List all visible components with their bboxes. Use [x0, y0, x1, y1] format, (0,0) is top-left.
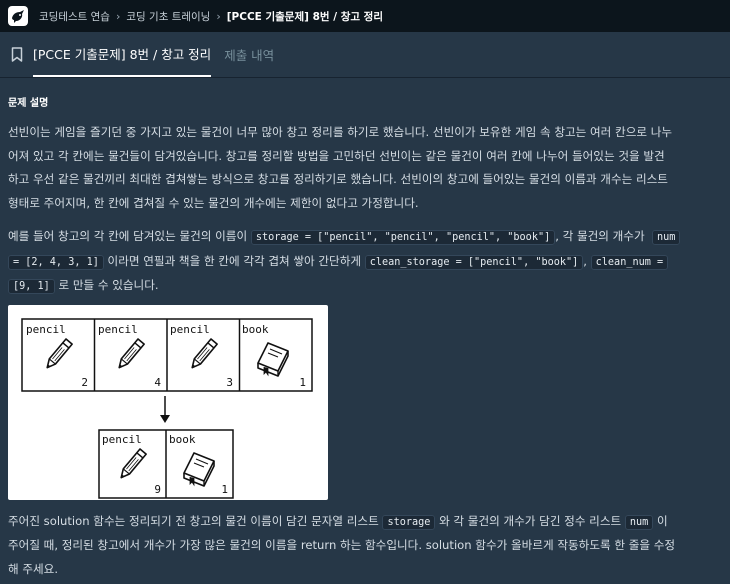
- code-storage: storage: [382, 514, 436, 530]
- tab-problem[interactable]: [PCCE 기출문제] 8번 / 창고 정리: [33, 32, 212, 77]
- chevron-right-icon: ›: [115, 9, 121, 23]
- text: , 각 물건의 개수가: [555, 229, 649, 243]
- code-num: num: [624, 514, 654, 530]
- text: 예를 들어 창고의 각 칸에 담겨있는 물건의 이름이: [8, 229, 251, 243]
- cell-item-label: book: [242, 323, 269, 336]
- cell-item-label: book: [169, 433, 196, 446]
- code-clean-num-value: [9, 1]: [8, 279, 55, 294]
- code-clean-storage: clean_storage = ["pencil", "book"]: [364, 254, 584, 270]
- storage-diagram: pencil pencil pencil book 2 4 3 1 pencil…: [8, 304, 328, 500]
- code-num-example: = [2, 4, 3, 1]: [8, 254, 104, 270]
- arrow-down-icon: [160, 395, 170, 423]
- tab-submissions-label: 제출 내역: [224, 48, 275, 63]
- paragraph-line: 형태로 주어지며, 한 칸에 겹쳐질 수 있는 물건의 개수에는 제한이 없다고…: [8, 195, 419, 210]
- book-icon: [183, 451, 215, 487]
- pencil-icon: [115, 337, 145, 371]
- cell-count: 2: [81, 376, 88, 389]
- paragraph-task: 주어진 solution 함수는 정리되기 전 창고의 물건 이름이 담긴 문자…: [8, 510, 724, 582]
- cell-item-label: pencil: [102, 433, 142, 446]
- tab-problem-label: [PCCE 기출문제] 8번 / 창고 정리: [33, 47, 212, 62]
- paragraph-line: 해 주세요.: [8, 561, 59, 576]
- text: ,: [583, 253, 591, 268]
- cell-item-label: pencil: [98, 323, 138, 336]
- text: 와 각 물건의 개수가 담긴 정수 리스트: [435, 513, 625, 528]
- text: 이라면 연필과 책을 한 칸에 각각 겹쳐 쌓아 간단하게: [103, 253, 365, 268]
- paragraph-line: 선빈이는 게임을 즐기던 중 가지고 있는 물건이 너무 많아 창고 정리를 하…: [8, 125, 673, 139]
- paragraph-line: 주어질 때, 정리된 창고에서 개수가 가장 많은 물건의 이름을 return…: [8, 538, 676, 552]
- text: 로 만들 수 있습니다.: [54, 278, 159, 292]
- text: 주어진 solution 함수는 정리되기 전 창고의 물건 이름이 담긴 문자…: [8, 513, 383, 528]
- top-navigation-bar: 코딩테스트 연습 › 코딩 기초 트레이닝 › [PCCE 기출문제] 8번 /…: [0, 0, 730, 32]
- cell-item-label: pencil: [170, 323, 210, 336]
- breadcrumb-item-coding-test[interactable]: 코딩테스트 연습: [39, 9, 110, 24]
- paragraph-example: 예를 들어 창고의 각 칸에 담겨있는 물건의 이름이 storage = ["…: [8, 225, 724, 299]
- chevron-right-icon: ›: [216, 9, 221, 23]
- programmers-logo-icon[interactable]: [8, 6, 28, 26]
- breadcrumb-item-training[interactable]: 코딩 기초 트레이닝: [126, 9, 210, 24]
- problem-description: 문제 설명 선빈이는 게임을 즐기던 중 가지고 있는 물건이 너무 많아 창고…: [8, 78, 724, 581]
- pencil-icon: [117, 447, 147, 481]
- cell-count: 4: [154, 376, 161, 389]
- cell-count: 3: [226, 376, 233, 389]
- cell-count: 9: [154, 483, 161, 496]
- code-storage-example: storage = ["pencil", "pencil", "pencil",…: [250, 230, 556, 245]
- book-icon: [257, 341, 289, 377]
- code-num-label: num: [652, 230, 681, 245]
- section-title: 문제 설명: [8, 98, 49, 109]
- cell-count: 1: [299, 376, 306, 389]
- breadcrumb: 코딩테스트 연습 › 코딩 기초 트레이닝 › [PCCE 기출문제] 8번 /…: [39, 9, 383, 24]
- pencil-icon: [43, 337, 73, 371]
- cell-count: 1: [221, 483, 228, 496]
- tab-bar: [PCCE 기출문제] 8번 / 창고 정리 제출 내역: [0, 32, 730, 78]
- code-clean-num-label: clean_num =: [590, 254, 669, 270]
- pencil-icon: [188, 337, 218, 371]
- text: 이: [653, 513, 668, 528]
- storage-diagram-svg: pencil pencil pencil book 2 4 3 1 pencil…: [21, 317, 313, 499]
- cell-item-label: pencil: [26, 323, 66, 336]
- breadcrumb-item-current: [PCCE 기출문제] 8번 / 창고 정리: [226, 10, 383, 23]
- paragraph-line: 하고 우선 같은 물건끼리 최대한 겹쳐쌓는 방식으로 창고를 정리하기로 했습…: [8, 172, 668, 186]
- bookmark-icon[interactable]: [11, 32, 25, 77]
- paragraph-line: 어져 있고 각 칸에는 물건들이 담겨있습니다. 창고를 정리할 방법을 고민하…: [8, 148, 665, 163]
- tab-submissions[interactable]: 제출 내역: [224, 32, 274, 77]
- paragraph-intro: 선빈이는 게임을 즐기던 중 가지고 있는 물건이 너무 많아 창고 정리를 하…: [8, 121, 724, 215]
